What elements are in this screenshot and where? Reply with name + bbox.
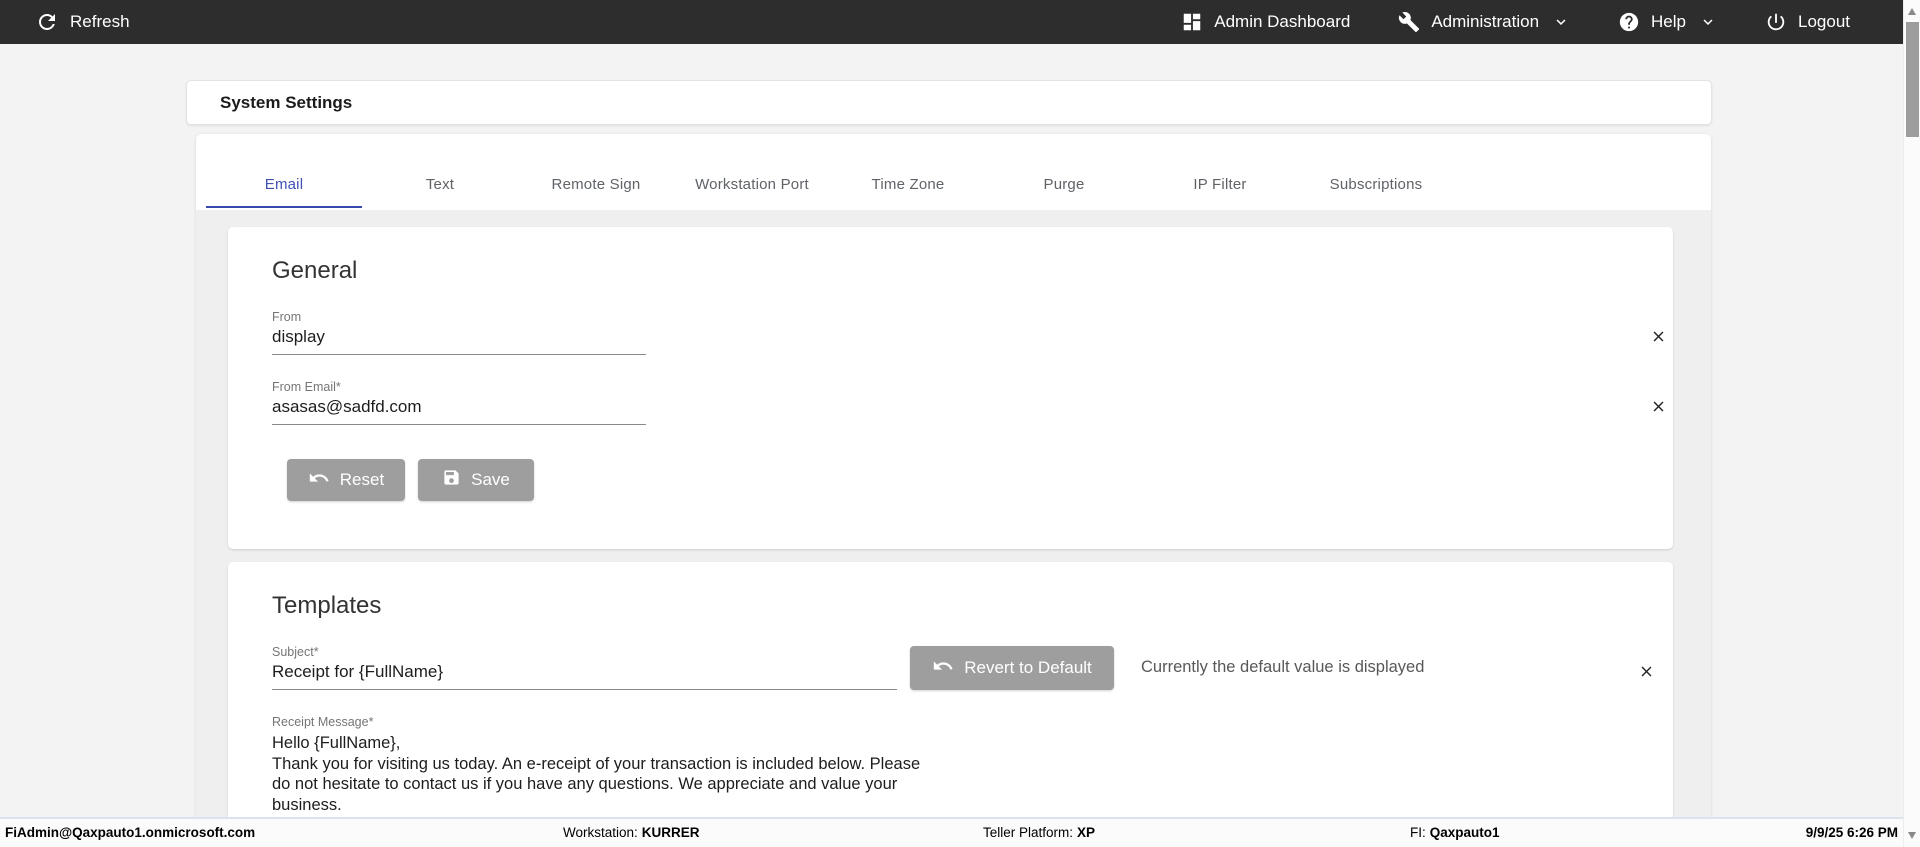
close-icon — [1638, 668, 1655, 683]
undo-icon — [308, 467, 330, 494]
from-email-field: From Email* — [272, 380, 1673, 425]
fi-label: FI: — [1410, 825, 1426, 840]
email-tab-panel: General From From Email* — [196, 210, 1711, 847]
workstation-value: KURRER — [642, 825, 700, 840]
scroll-up-arrow-icon[interactable] — [1908, 8, 1916, 15]
from-email-input[interactable] — [272, 396, 646, 425]
save-button[interactable]: Save — [418, 459, 534, 501]
status-teller-platform: Teller Platform: XP — [983, 819, 1095, 847]
chevron-down-icon — [1699, 13, 1717, 31]
receipt-message-label: Receipt Message* — [272, 715, 1673, 729]
teller-platform-value: XP — [1077, 825, 1095, 840]
page-title: System Settings — [220, 93, 352, 113]
tab-time-zone[interactable]: Time Zone — [830, 160, 986, 208]
administration-label: Administration — [1431, 12, 1539, 32]
revert-to-default-button[interactable]: Revert to Default — [910, 646, 1114, 690]
settings-card: Email Text Remote Sign Workstation Port … — [196, 134, 1711, 847]
general-heading: General — [272, 257, 1673, 285]
logout-button[interactable]: Logout — [1765, 11, 1850, 33]
tab-subscriptions[interactable]: Subscriptions — [1298, 160, 1454, 208]
receipt-message-field: Receipt Message* Hello {FullName}, Thank… — [272, 715, 1673, 826]
from-field-label: From — [272, 310, 1673, 324]
from-input[interactable] — [272, 326, 646, 355]
tab-purge[interactable]: Purge — [986, 160, 1142, 208]
templates-heading: Templates — [272, 592, 1673, 620]
tab-remote-sign[interactable]: Remote Sign — [518, 160, 674, 208]
revert-note: Currently the default value is displayed — [1141, 658, 1424, 677]
tab-ip-filter[interactable]: IP Filter — [1142, 160, 1298, 208]
logout-label: Logout — [1798, 12, 1850, 32]
status-fi: FI: Qaxpauto1 — [1410, 819, 1500, 847]
reset-button-label: Reset — [340, 470, 384, 490]
teller-platform-label: Teller Platform: — [983, 825, 1073, 840]
templates-section: Templates Subject* Revert to Default — [228, 562, 1673, 847]
refresh-button[interactable]: Refresh — [35, 10, 130, 34]
subject-input[interactable] — [272, 661, 897, 690]
workstation-label: Workstation: — [563, 825, 638, 840]
close-icon — [1650, 403, 1667, 418]
dashboard-icon — [1181, 11, 1203, 33]
revert-to-default-label: Revert to Default — [964, 658, 1092, 678]
refresh-icon — [35, 10, 59, 34]
status-user: FiAdmin@Qaxpauto1.onmicrosoft.com — [5, 819, 255, 847]
fi-value: Qaxpauto1 — [1430, 825, 1500, 840]
admin-dashboard-button[interactable]: Admin Dashboard — [1181, 11, 1350, 33]
scroll-down-arrow-icon[interactable] — [1908, 832, 1916, 839]
receipt-message-textarea[interactable]: Hello {FullName}, Thank you for visiting… — [272, 733, 932, 821]
from-email-field-label: From Email* — [272, 380, 1673, 394]
vertical-scrollbar[interactable] — [1903, 0, 1920, 847]
help-label: Help — [1651, 12, 1686, 32]
undo-icon — [932, 655, 954, 682]
tab-email[interactable]: Email — [206, 160, 362, 208]
clear-subject-button[interactable] — [1638, 663, 1655, 683]
tab-workstation-port[interactable]: Workstation Port — [674, 160, 830, 208]
status-bar: FiAdmin@Qaxpauto1.onmicrosoft.com Workst… — [0, 817, 1920, 847]
chevron-down-icon — [1552, 13, 1570, 31]
admin-dashboard-label: Admin Dashboard — [1214, 12, 1350, 32]
clear-from-button[interactable] — [1650, 328, 1667, 348]
clear-from-email-button[interactable] — [1650, 398, 1667, 418]
reset-button[interactable]: Reset — [287, 459, 405, 501]
status-workstation: Workstation: KURRER — [563, 819, 700, 847]
wrench-icon — [1398, 11, 1420, 33]
help-icon — [1618, 11, 1640, 33]
refresh-label: Refresh — [70, 12, 130, 32]
administration-menu[interactable]: Administration — [1398, 11, 1570, 33]
topbar-right-group: Admin Dashboard Administration Help L — [1181, 11, 1850, 33]
status-datetime: 9/9/25 6:26 PM — [1806, 819, 1898, 847]
help-menu[interactable]: Help — [1618, 11, 1717, 33]
power-icon — [1765, 11, 1787, 33]
scrollbar-thumb[interactable] — [1906, 22, 1919, 137]
floppy-disk-icon — [442, 468, 461, 492]
page-title-card: System Settings — [186, 80, 1712, 125]
general-section: General From From Email* — [228, 227, 1673, 549]
settings-tabs: Email Text Remote Sign Workstation Port … — [206, 160, 1711, 208]
from-field: From — [272, 310, 1673, 355]
top-navigation-bar: Refresh Admin Dashboard Administration H… — [0, 0, 1920, 44]
general-actions: Reset Save — [287, 459, 1673, 501]
save-button-label: Save — [471, 470, 510, 490]
tab-text[interactable]: Text — [362, 160, 518, 208]
close-icon — [1650, 333, 1667, 348]
